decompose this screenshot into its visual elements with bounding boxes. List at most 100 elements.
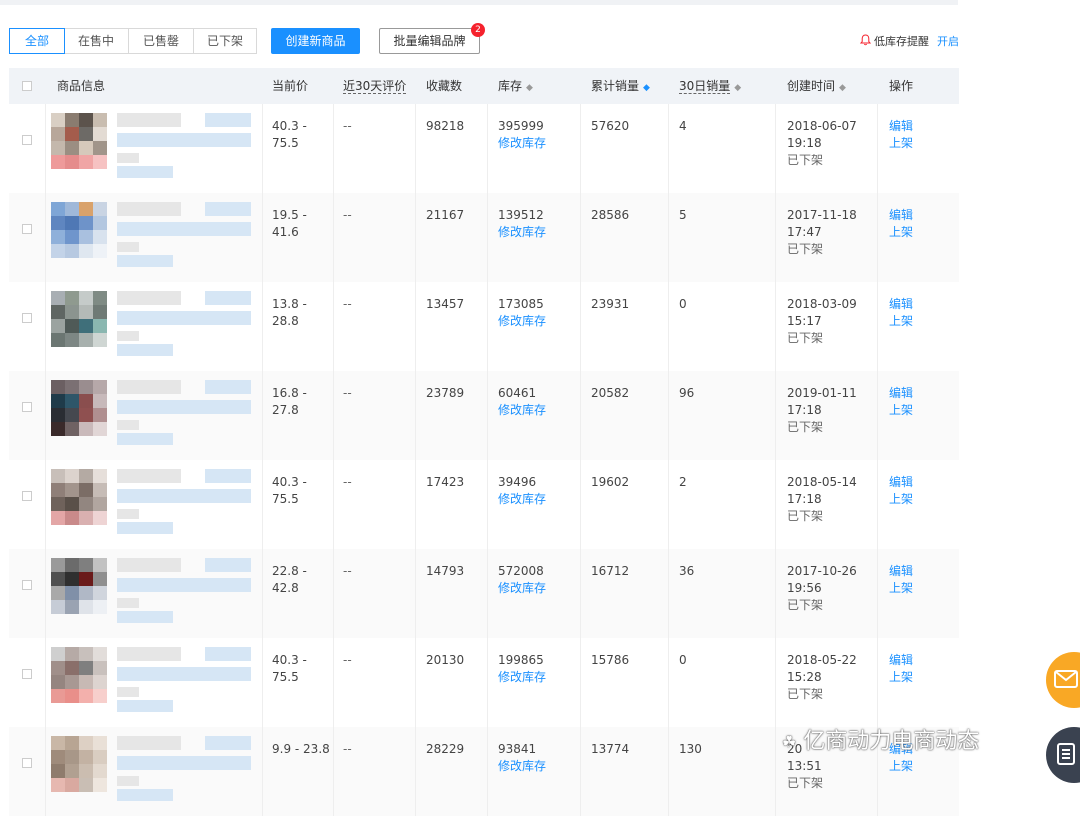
edit-link[interactable]: 编辑 xyxy=(889,208,913,222)
edit-link[interactable]: 编辑 xyxy=(889,475,913,489)
edit-link[interactable]: 编辑 xyxy=(889,653,913,667)
header-sales-30[interactable]: 30日销量 ◆ xyxy=(679,68,741,104)
edit-link[interactable]: 编辑 xyxy=(889,386,913,400)
bell-icon xyxy=(859,33,872,49)
product-thumbnail[interactable] xyxy=(51,647,107,703)
edit-stock-link[interactable]: 修改库存 xyxy=(498,225,546,239)
sales30-value: 36 xyxy=(679,564,695,578)
edit-link[interactable]: 编辑 xyxy=(889,119,913,133)
thumbnail-pixel xyxy=(93,736,107,750)
price-min: 40.3 - xyxy=(272,653,307,667)
row-checkbox[interactable] xyxy=(22,313,32,323)
watermark-text: 亿商动力电商动态 xyxy=(803,729,980,754)
created-time: 15:28 xyxy=(787,670,822,684)
create-product-button[interactable]: 创建新商品 xyxy=(271,28,360,54)
batch-edit-brand-button[interactable]: 批量编辑品牌 2 xyxy=(379,23,485,54)
select-all-checkbox[interactable] xyxy=(22,81,32,91)
edit-stock-link[interactable]: 修改库存 xyxy=(498,670,546,684)
edit-link[interactable]: 编辑 xyxy=(889,297,913,311)
thumbnail-pixel xyxy=(65,291,79,305)
edit-stock-link[interactable]: 修改库存 xyxy=(498,314,546,328)
row-checkbox[interactable] xyxy=(22,758,32,768)
shelve-link[interactable]: 上架 xyxy=(889,225,913,239)
listing-status: 已下架 xyxy=(787,598,824,612)
row-checkbox[interactable] xyxy=(22,491,32,501)
reviews-cell: -- xyxy=(343,296,352,313)
header-created-label: 创建时间 xyxy=(787,79,836,93)
product-thumbnail[interactable] xyxy=(51,113,107,169)
mail-fab[interactable] xyxy=(1046,652,1080,708)
row-checkbox[interactable] xyxy=(22,669,32,679)
table-row: 16.8 - 27.8 -- 23789 60461 修改库存 20582 96 2019-01… xyxy=(9,371,959,460)
column-divider xyxy=(877,549,878,638)
edit-stock-link[interactable]: 修改库存 xyxy=(498,136,546,150)
edit-link[interactable]: 编辑 xyxy=(889,564,913,578)
thumbnail-pixel xyxy=(93,675,107,689)
shelve-link[interactable]: 上架 xyxy=(889,492,913,506)
thumbnail-pixel xyxy=(93,750,107,764)
shelve-link[interactable]: 上架 xyxy=(889,670,913,684)
header-total-sales[interactable]: 累计销量 ◆ xyxy=(591,68,650,104)
blurred-product-title xyxy=(205,558,251,572)
thumbnail-pixel xyxy=(79,661,93,675)
mail-icon xyxy=(1054,669,1078,691)
row-checkbox[interactable] xyxy=(22,580,32,590)
blurred-product-title xyxy=(117,380,181,394)
notification-badge: 2 xyxy=(471,23,485,37)
price-max: 75.5 xyxy=(272,136,299,150)
sales30-value: 2 xyxy=(679,475,687,489)
thumbnail-pixel xyxy=(79,736,93,750)
header-reviews[interactable]: 近30天评价 xyxy=(343,68,407,104)
product-thumbnail[interactable] xyxy=(51,380,107,436)
shelve-link[interactable]: 上架 xyxy=(889,581,913,595)
row-checkbox[interactable] xyxy=(22,402,32,412)
table-row: 40.3 - 75.5 -- 98218 395999 修改库存 57620 4 2018-06… xyxy=(9,104,959,193)
blurred-product-title xyxy=(117,598,139,608)
stock-cell: 199865 修改库存 xyxy=(498,652,546,686)
header-created-time[interactable]: 创建时间 ◆ xyxy=(787,68,846,104)
shelve-link[interactable]: 上架 xyxy=(889,136,913,150)
row-checkbox[interactable] xyxy=(22,135,32,145)
listing-status: 已下架 xyxy=(787,420,824,434)
column-divider xyxy=(45,460,46,549)
price-max: 75.5 xyxy=(272,670,299,684)
product-thumbnail[interactable] xyxy=(51,558,107,614)
thumbnail-pixel xyxy=(79,291,93,305)
tab-on-sale[interactable]: 在售中 xyxy=(64,29,129,53)
row-checkbox[interactable] xyxy=(22,224,32,234)
shelve-link[interactable]: 上架 xyxy=(889,403,913,417)
low-stock-enable-link[interactable]: 开启 xyxy=(937,33,959,49)
edit-stock-link[interactable]: 修改库存 xyxy=(498,581,546,595)
tab-sold-out[interactable]: 已售罄 xyxy=(129,29,194,53)
document-fab[interactable] xyxy=(1046,727,1080,783)
thumbnail-pixel xyxy=(93,291,107,305)
table-row: 13.8 - 28.8 -- 13457 173085 修改库存 23931 0 2018-03… xyxy=(9,282,959,371)
thumbnail-pixel xyxy=(51,230,65,244)
thumbnail-pixel xyxy=(79,394,93,408)
column-divider xyxy=(775,282,776,371)
stock-cell: 572008 修改库存 xyxy=(498,563,546,597)
product-thumbnail[interactable] xyxy=(51,469,107,525)
blurred-product-title xyxy=(117,222,251,236)
header-favorites: 收藏数 xyxy=(426,79,463,93)
column-divider xyxy=(415,549,416,638)
header-stock[interactable]: 库存 ◆ xyxy=(498,68,533,104)
created-time: 15:17 xyxy=(787,314,822,328)
favorites-cell: 20130 xyxy=(426,652,464,669)
product-thumbnail[interactable] xyxy=(51,736,107,792)
tab-delisted[interactable]: 已下架 xyxy=(194,29,256,53)
thumbnail-pixel xyxy=(51,586,65,600)
thumbnail-pixel xyxy=(51,736,65,750)
column-divider xyxy=(775,638,776,727)
product-thumbnail[interactable] xyxy=(51,202,107,258)
shelve-link[interactable]: 上架 xyxy=(889,314,913,328)
listing-status: 已下架 xyxy=(787,509,824,523)
thumbnail-pixel xyxy=(93,141,107,155)
thumbnail-pixel xyxy=(93,155,107,169)
edit-stock-link[interactable]: 修改库存 xyxy=(498,403,546,417)
shelve-link[interactable]: 上架 xyxy=(889,759,913,773)
tab-all[interactable]: 全部 xyxy=(9,28,65,54)
edit-stock-link[interactable]: 修改库存 xyxy=(498,759,546,773)
edit-stock-link[interactable]: 修改库存 xyxy=(498,492,546,506)
product-thumbnail[interactable] xyxy=(51,291,107,347)
